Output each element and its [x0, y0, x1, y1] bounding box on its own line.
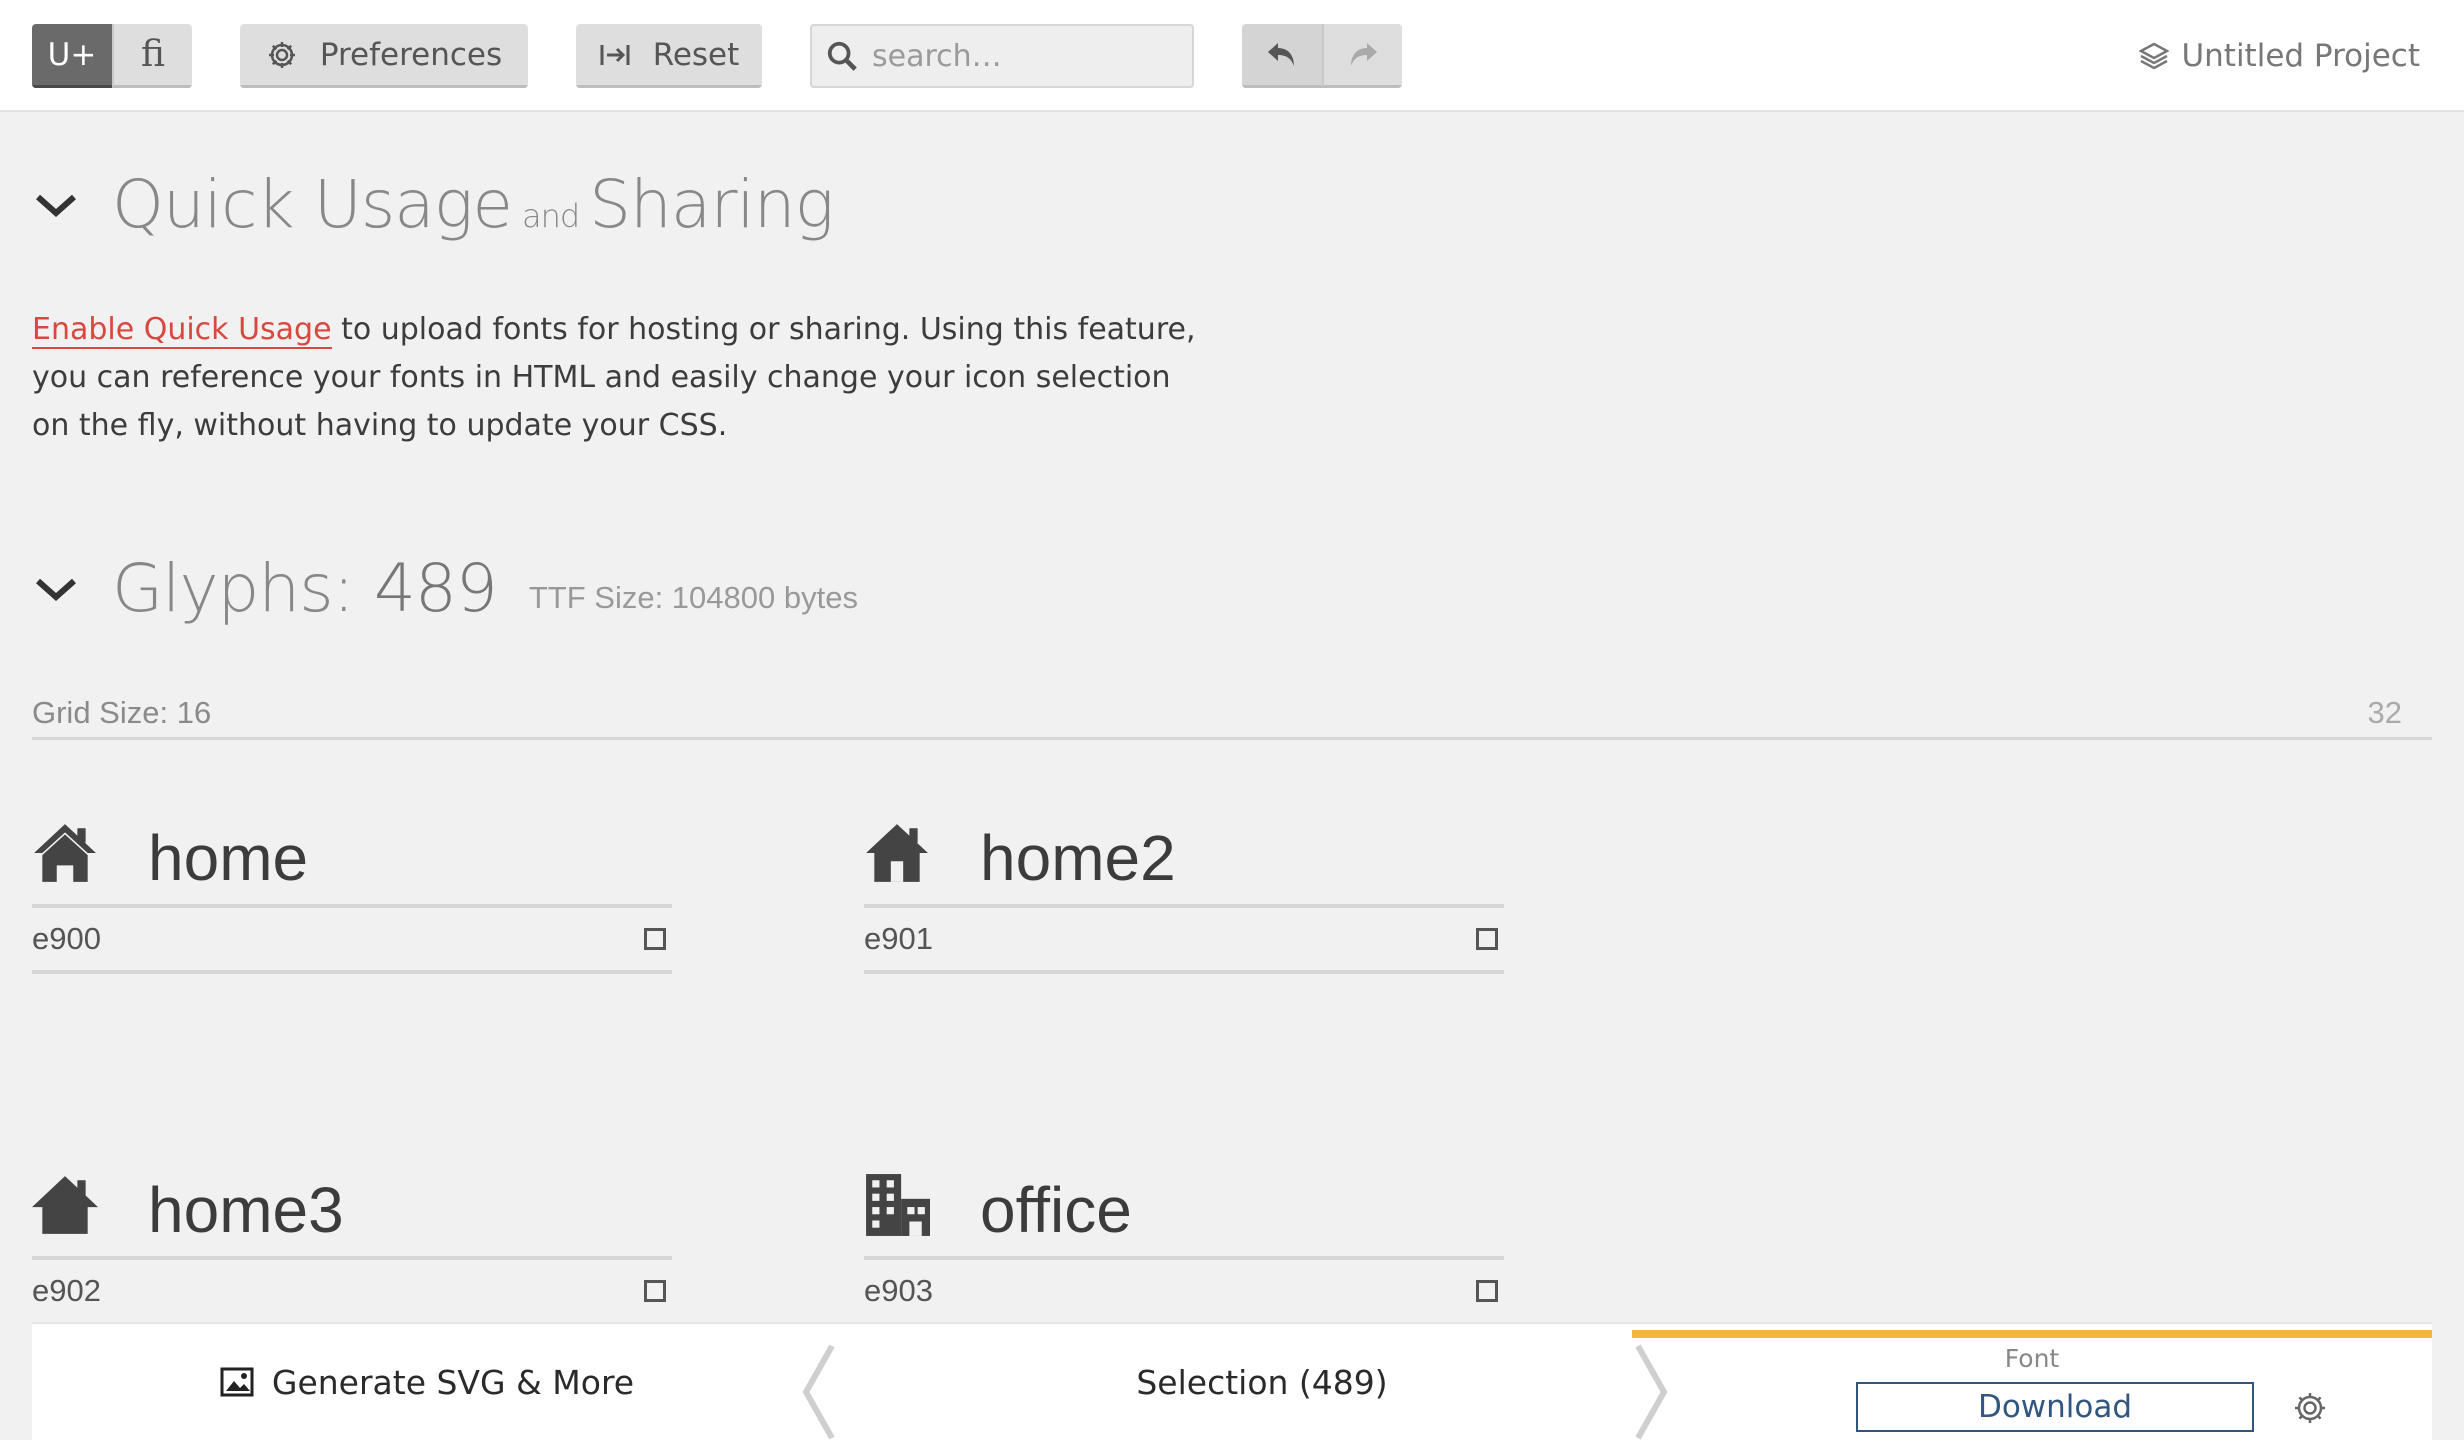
top-toolbar: U+ fi Preferences Reset search… Untitled…	[0, 0, 2464, 112]
glyph-name: home2	[980, 822, 1176, 894]
glyph-card[interactable]: home3 e902	[32, 1164, 672, 1326]
generate-svg-button[interactable]: Generate SVG & More	[32, 1324, 822, 1440]
home2-icon	[866, 824, 928, 882]
glyph-select-checkbox[interactable]	[644, 928, 666, 950]
glyph-card[interactable]: home e900	[32, 812, 672, 974]
grid-size-label: Grid Size: 16	[32, 694, 212, 730]
preferences-button[interactable]: Preferences	[240, 24, 528, 88]
quick-usage-header[interactable]: Quick Usage and Sharing	[32, 166, 834, 243]
quick-usage-description: Enable Quick Usage to upload fonts for h…	[32, 306, 1212, 450]
glyph-card[interactable]: office e903	[864, 1164, 1504, 1326]
search-input[interactable]	[872, 38, 1192, 74]
reset-label: Reset	[652, 36, 740, 73]
home-icon	[34, 824, 96, 882]
office-icon	[866, 1174, 930, 1236]
font-tab[interactable]: Font Download	[1632, 1330, 2432, 1440]
chevron-down-icon	[36, 194, 76, 217]
grid-size-slider[interactable]: Grid Size: 16 32	[32, 688, 2432, 740]
layers-icon	[2139, 42, 2170, 70]
glyph-select-checkbox[interactable]	[1476, 1280, 1498, 1302]
glyphs-title: Glyphs: 489	[112, 550, 498, 627]
glyphs-title-prefix: Glyphs:	[112, 550, 355, 627]
glyph-code: e903	[864, 1273, 933, 1308]
home3-icon	[32, 1176, 98, 1234]
enable-quick-usage-link[interactable]: Enable Quick Usage	[32, 312, 332, 349]
selection-label: Selection (489)	[1136, 1362, 1388, 1402]
generate-svg-label: Generate SVG & More	[271, 1362, 635, 1402]
quick-usage-title-connector: and	[521, 197, 580, 235]
glyph-select-checkbox[interactable]	[644, 1280, 666, 1302]
preferences-group: Preferences	[240, 24, 528, 88]
redo-button[interactable]	[1322, 24, 1402, 88]
search-field[interactable]	[810, 24, 1194, 88]
reset-group: Reset	[576, 24, 762, 88]
gear-icon	[268, 41, 295, 68]
chevron-down-icon	[36, 578, 76, 601]
tab-right-icon	[600, 44, 630, 65]
chevron-left-icon	[802, 1344, 835, 1440]
project-name: Untitled Project	[2181, 38, 2420, 74]
download-button[interactable]: Download	[1856, 1382, 2254, 1432]
gear-icon[interactable]	[2292, 1390, 2328, 1426]
font-caption: Font	[2004, 1344, 2060, 1373]
grid-size-max: 32	[2367, 694, 2402, 730]
quick-usage-title: Quick Usage and Sharing	[112, 166, 834, 243]
glyph-code: e902	[32, 1273, 101, 1308]
history-group	[1242, 24, 1402, 88]
glyph-name: home	[148, 822, 309, 894]
glyph-mode-toggle: U+ fi	[32, 24, 192, 88]
glyph-code: e901	[864, 921, 933, 956]
reset-button[interactable]: Reset	[576, 24, 762, 88]
bottom-bar: Generate SVG & More Selection (489) Font…	[32, 1322, 2432, 1440]
project-menu[interactable]: Untitled Project	[2139, 30, 2420, 82]
undo-icon	[1268, 42, 1294, 66]
quick-usage-title-part2: Sharing	[589, 166, 834, 243]
redo-icon	[1351, 42, 1377, 66]
glyph-count: 489	[373, 550, 498, 627]
glyphs-header[interactable]: Glyphs: 489 TTF Size: 104800 bytes	[32, 550, 858, 627]
glyph-name: home3	[148, 1174, 344, 1246]
glyph-card[interactable]: home2 e901	[864, 812, 1504, 974]
search-icon	[827, 41, 857, 71]
unicode-mode-button[interactable]: U+	[32, 24, 112, 88]
ligature-mode-button[interactable]: fi	[112, 24, 192, 88]
image-icon	[220, 1367, 254, 1397]
selection-button[interactable]: Selection (489)	[872, 1324, 1652, 1440]
glyph-select-checkbox[interactable]	[1476, 928, 1498, 950]
glyph-code: e900	[32, 921, 101, 956]
quick-usage-title-part1: Quick Usage	[112, 166, 513, 243]
preferences-label: Preferences	[319, 36, 503, 73]
undo-button[interactable]	[1242, 24, 1322, 88]
ttf-size: TTF Size: 104800 bytes	[528, 579, 858, 615]
glyph-name: office	[980, 1174, 1132, 1246]
